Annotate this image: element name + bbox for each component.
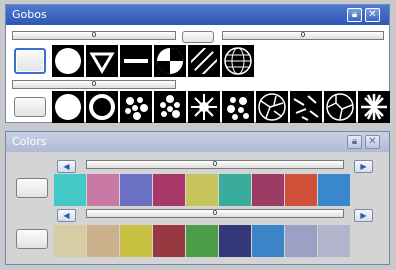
gobo-stripes[interactable] [188,45,220,77]
colors-title: Colors [12,135,47,148]
gobo-dots-cluster[interactable] [120,91,152,123]
color1-next-arrow-icon[interactable]: ▶ [354,160,373,173]
color-swatch[interactable] [252,225,284,257]
gobo-grid-sphere[interactable] [222,45,254,77]
lock-icon[interactable]: 🔒︎ [347,8,362,22]
gobo-triangle[interactable] [86,45,118,77]
gobo-cracks[interactable] [324,91,356,123]
color-swatch[interactable] [285,225,317,257]
color1-slider[interactable]: 0 [86,160,344,169]
gobo-wheel1-slider[interactable]: 0 [12,31,176,40]
color1-select-button[interactable] [16,178,48,198]
gobo-radial-burst[interactable] [358,91,390,123]
close-icon[interactable]: ✕ [365,8,380,22]
color-swatch[interactable] [318,174,350,206]
close-icon[interactable]: ✕ [365,135,380,149]
gobos-panel: Gobos 🔒︎ ✕ 0 0 0 [5,4,390,123]
color-swatch[interactable] [219,174,251,206]
gobo-bar[interactable] [120,45,152,77]
colors-titlebar[interactable]: Colors 🔒︎ ✕ [6,132,389,152]
gobo-small-button[interactable] [182,31,214,43]
color-swatch[interactable] [54,225,86,257]
gobo-rotation-slider[interactable]: 0 [222,31,384,40]
color2-prev-arrow-icon[interactable]: ◀ [57,209,76,222]
color-swatch[interactable] [186,174,218,206]
gobo-open-circle[interactable] [52,45,84,77]
color-swatch[interactable] [153,174,185,206]
color-swatch[interactable] [120,174,152,206]
color1-prev-arrow-icon[interactable]: ◀ [57,160,76,173]
gobo-shards[interactable] [290,91,322,123]
gobo-ring[interactable] [86,91,118,123]
color-swatch[interactable] [87,174,119,206]
gobo-cracks[interactable] [256,91,288,123]
color-swatch[interactable] [285,174,317,206]
gobo-split-quadrants[interactable] [154,45,186,77]
gobos-title: Gobos [12,8,47,21]
color2-select-button[interactable] [16,229,48,249]
gobo-wheel2-slider[interactable]: 0 [12,80,176,89]
gobo-dots-cluster[interactable] [154,91,186,123]
colors-panel: Colors 🔒︎ ✕ ◀ 0 ▶ ◀ 0 ▶ [5,131,390,265]
color-swatch[interactable] [54,174,86,206]
gobos-titlebar[interactable]: Gobos 🔒︎ ✕ [6,5,389,25]
color-swatch[interactable] [219,225,251,257]
gobo-wheel2-select-button[interactable] [14,97,46,117]
color-swatch[interactable] [120,225,152,257]
color2-slider[interactable]: 0 [86,209,344,218]
color2-next-arrow-icon[interactable]: ▶ [354,209,373,222]
color-swatch[interactable] [252,174,284,206]
color-swatch[interactable] [153,225,185,257]
color-swatch[interactable] [186,225,218,257]
color-swatch[interactable] [318,225,350,257]
lock-icon[interactable]: 🔒︎ [347,135,362,149]
gobo-dots-cluster[interactable] [222,91,254,123]
color-swatch[interactable] [87,225,119,257]
gobo-wheel1-select-button[interactable] [14,48,46,74]
gobo-radial-burst[interactable] [188,91,220,123]
gobo-open-circle[interactable] [52,91,84,123]
